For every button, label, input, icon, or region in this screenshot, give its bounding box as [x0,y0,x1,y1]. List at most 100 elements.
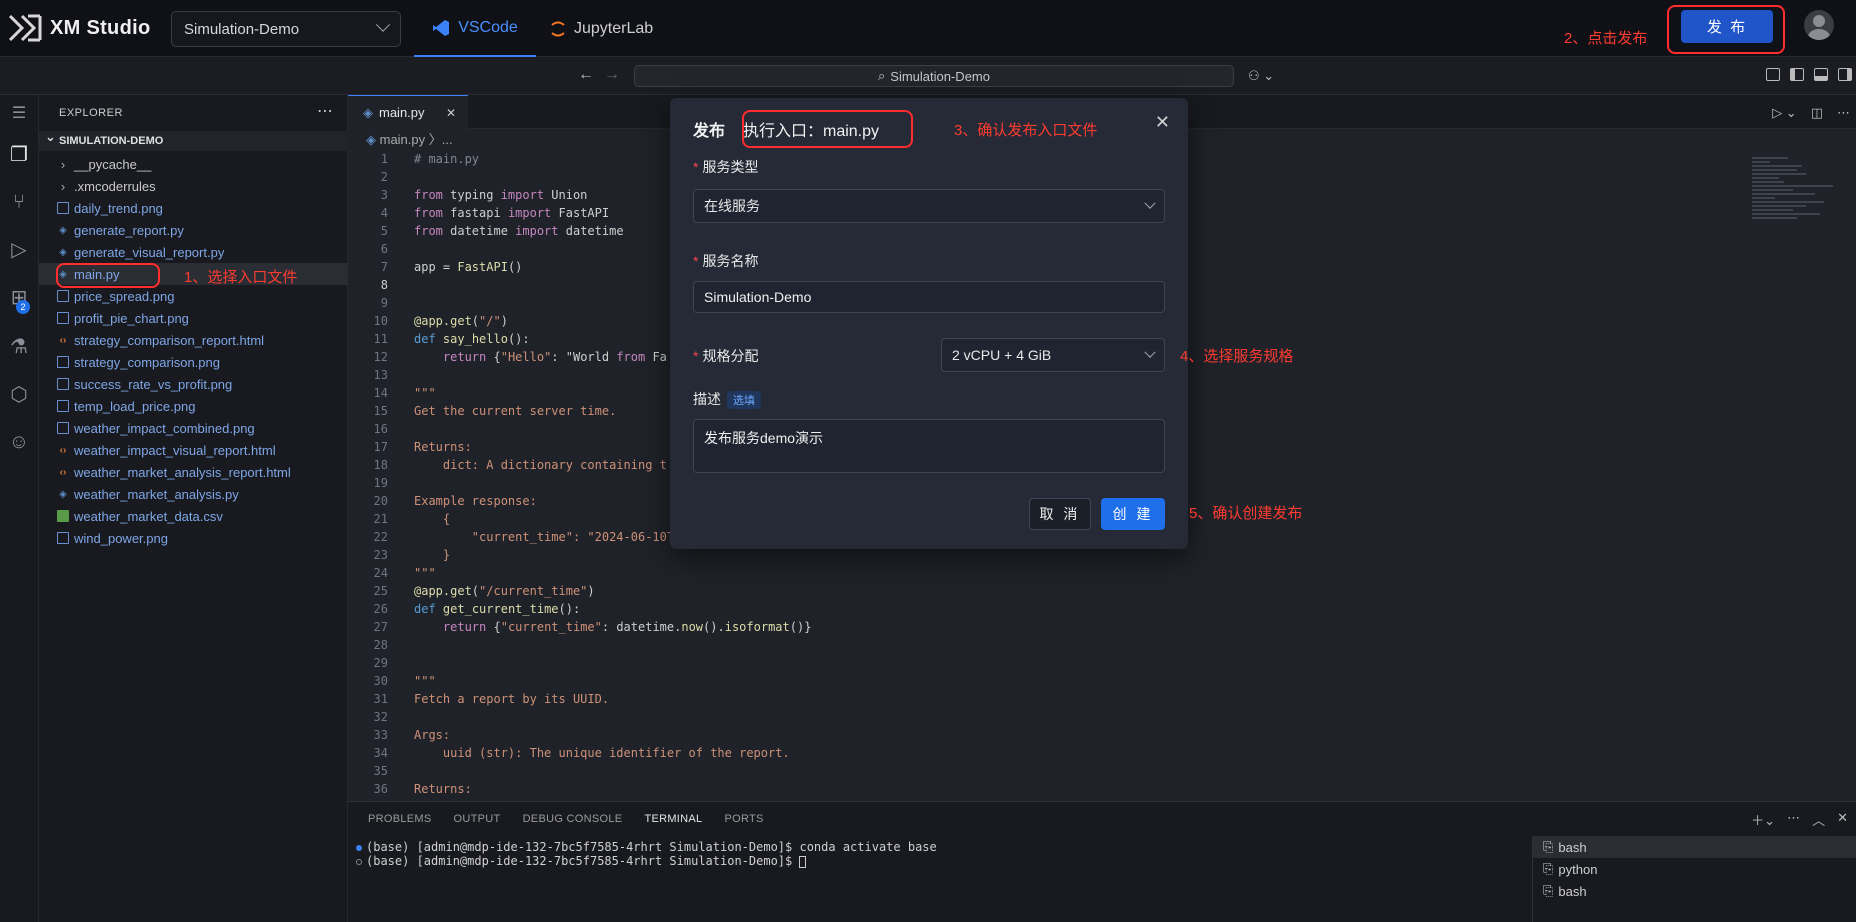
code-text: { [414,512,451,526]
description-textarea[interactable]: 发布服务demo演示 [693,419,1165,473]
new-terminal-icon[interactable]: ＋⌄ [1751,810,1775,829]
folder-item[interactable]: › __pycache__ [39,153,348,175]
code-text: return {"Hello": "World from Fa [442,350,667,364]
file-item[interactable]: wind_power.png [39,527,348,549]
project-select-value: Simulation-Demo [184,20,300,38]
code-text: dict: A dictionary containing t [414,458,667,472]
line-number: 28 [373,638,388,652]
line-number: 12 [373,350,388,364]
png-file-icon [57,290,69,302]
copilot-chat-icon[interactable]: ☺ [4,427,34,457]
terminal-icon: ⎘ [1543,839,1554,854]
forward-arrow-icon[interactable]: → [604,66,620,84]
more-icon[interactable]: ⋯ [1837,105,1850,121]
folder-header[interactable]: SIMULATION-DEMO [39,127,348,151]
file-item[interactable]: temp_load_price.png [39,395,348,417]
toggle-panel-icon[interactable] [1814,68,1828,81]
annotation-step-2: 2、点击发布 [1564,30,1648,47]
customize-layout-icon[interactable] [1766,68,1780,81]
close-panel-icon[interactable]: ✕ [1837,810,1848,829]
line-number: 25 [373,584,388,598]
file-item[interactable]: ‹› strategy_comparison_report.html [39,329,348,351]
toggle-sidebar-icon[interactable] [1790,68,1804,81]
code-text: Fetch a report by its UUID. [414,692,610,706]
tab-terminal[interactable]: TERMINAL [644,813,702,825]
project-select[interactable]: Simulation-Demo [171,11,401,47]
source-control-icon[interactable]: ⑂ [4,187,34,217]
file-item-label: weather_impact_visual_report.html [74,442,276,458]
tab-problems[interactable]: PROBLEMS [368,813,432,825]
service-name-input[interactable]: Simulation-Demo [693,281,1165,313]
back-arrow-icon[interactable]: ← [578,66,594,84]
file-item[interactable]: strategy_comparison.png [39,351,348,373]
tab-output[interactable]: OUTPUT [454,813,501,825]
maximize-panel-icon[interactable]: ︿ [1812,810,1825,829]
file-item[interactable]: ‹› weather_market_analysis_report.html [39,461,348,483]
tab-vscode[interactable]: VSCode [414,0,536,57]
folder-item[interactable]: › .xmcoderrules [39,175,348,197]
annotation-step-4: 4、选择服务规格 [1180,348,1294,365]
menu-icon[interactable]: ☰ [4,99,34,129]
line-number: 13 [373,368,388,382]
dir-file-icon: › [60,156,66,172]
code-text: Returns: [414,782,472,796]
file-item[interactable]: ◈ generate_visual_report.py [39,241,348,263]
png-file-icon [57,202,69,214]
avatar[interactable] [1804,10,1834,40]
file-item[interactable]: weather_impact_combined.png [39,417,348,439]
split-editor-icon[interactable]: ◫ [1811,105,1823,121]
code-text: "current_time": "2024-06-10T [414,530,675,544]
file-item[interactable]: success_rate_vs_profit.png [39,373,348,395]
file-item-label: weather_market_analysis_report.html [74,464,291,480]
spec-select[interactable]: 2 vCPU + 4 GiB [941,338,1165,372]
explorer-icon[interactable]: ❐ [4,140,34,170]
command-center-label: Simulation-Demo [890,68,990,84]
service-type-select[interactable]: 在线服务 [693,189,1165,223]
file-item[interactable]: ◈ generate_report.py [39,219,348,241]
panel-controls: ＋⌄ ⋯ ︿ ✕ [1751,810,1848,829]
tab-jupyterlab[interactable]: JupyterLab [550,0,653,57]
annotation-step-3: 3、确认发布入口文件 [954,122,1098,139]
terminal-item-bash[interactable]: ⎘ bash [1533,880,1856,902]
file-item[interactable]: price_spread.png [39,285,348,307]
png-file-icon [57,378,69,390]
cancel-button[interactable]: 取 消 [1029,498,1091,530]
code-text: from typing import Union [414,188,588,202]
command-center[interactable]: ⌕ Simulation-Demo [634,65,1234,87]
annotation-box-entry [742,110,913,148]
line-number: 9 [380,296,388,310]
close-icon[interactable]: ✕ [1155,112,1170,133]
explorer-title: EXPLORER [59,107,123,119]
copilot-icon[interactable]: ⚇ ⌄ [1248,68,1274,84]
more-icon[interactable]: ⋯ [1787,810,1800,829]
app-logo: XM Studio [8,14,150,42]
file-item[interactable]: ‹› weather_impact_visual_report.html [39,439,348,461]
line-number: 26 [373,602,388,616]
close-tab-icon[interactable]: ✕ [446,106,456,120]
terminal-item-bash[interactable]: ⎘ bash [1533,836,1856,858]
terminal-item-python[interactable]: ⎘ python [1533,858,1856,880]
testing-icon[interactable]: ⚗ [4,332,34,362]
code-line: 24 """ [348,564,1728,582]
minimap[interactable] [1752,155,1842,265]
code-text: def say_hello(): [414,332,530,346]
file-item[interactable]: weather_market_data.csv [39,505,348,527]
editor-tab-main-py[interactable]: ◈ main.py ✕ [348,95,468,129]
code-text: def get_current_time(): [414,602,581,616]
more-actions-icon[interactable]: ⋯ [317,101,333,121]
toggle-secondary-sidebar-icon[interactable] [1838,68,1852,81]
run-debug-icon[interactable]: ▷ [4,235,34,265]
run-icon[interactable]: ▷ ⌄ [1772,105,1797,121]
tab-debug-console[interactable]: DEBUG CONSOLE [523,813,623,825]
file-item[interactable]: profit_pie_chart.png [39,307,348,329]
file-item[interactable]: daily_trend.png [39,197,348,219]
remote-icon[interactable]: ⬡ [4,380,34,410]
python-file-icon: ◈ [363,104,373,120]
create-button[interactable]: 创 建 [1101,498,1165,530]
line-number: 33 [373,728,388,742]
tab-ports[interactable]: PORTS [724,813,763,825]
line-number: 14 [373,386,388,400]
file-item-label: daily_trend.png [74,200,163,216]
line-number: 15 [373,404,388,418]
file-item[interactable]: ◈ weather_market_analysis.py [39,483,348,505]
